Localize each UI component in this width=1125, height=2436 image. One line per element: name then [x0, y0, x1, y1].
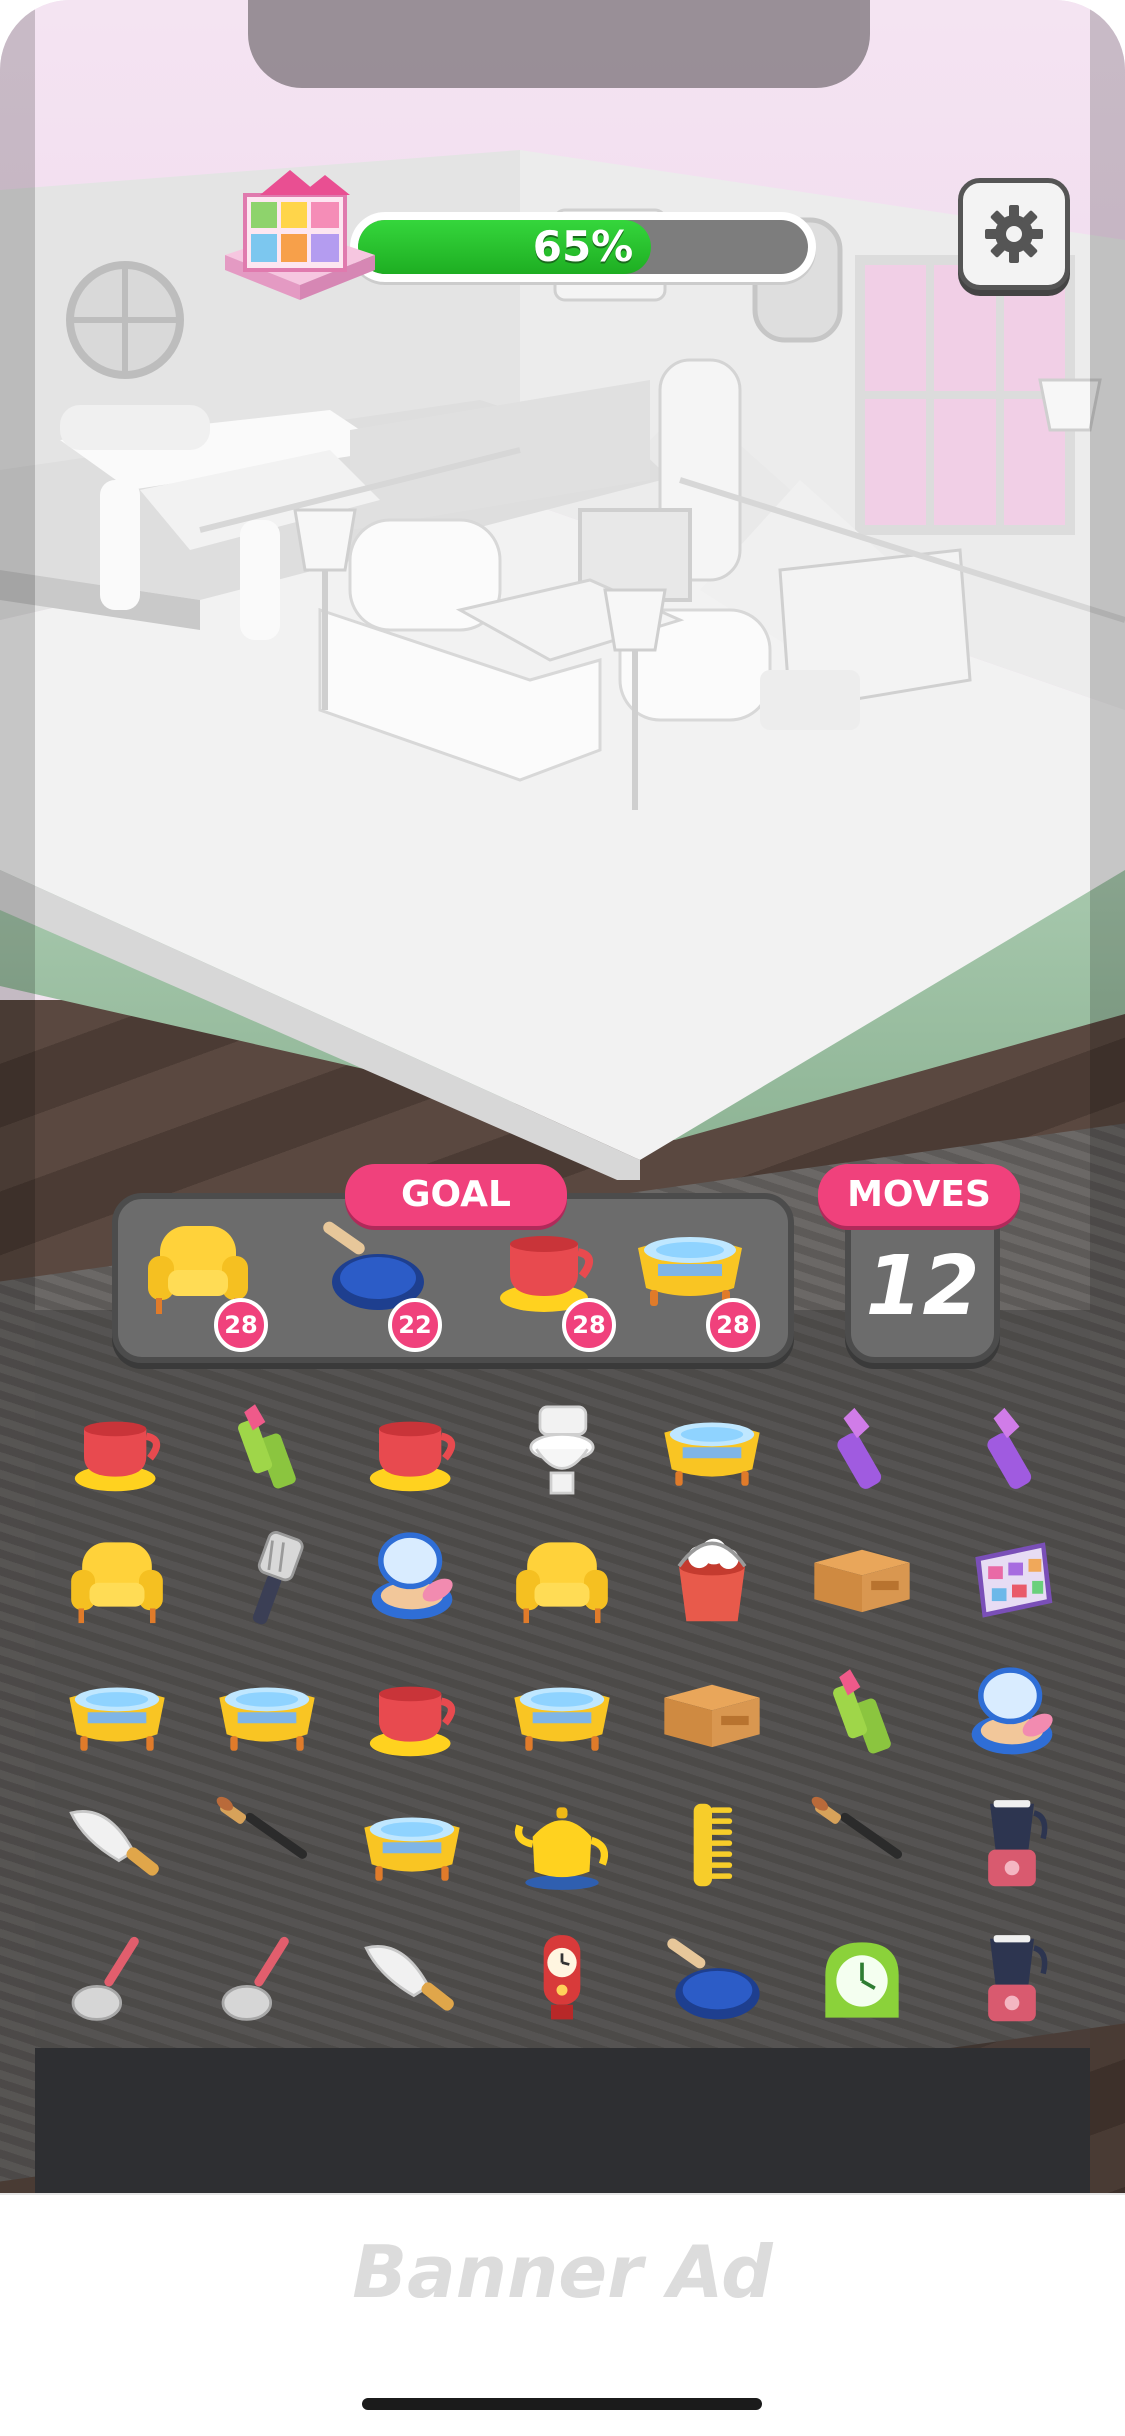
board-tile[interactable] [807, 1790, 917, 1900]
board-tile[interactable] [957, 1925, 1067, 2035]
board-tile[interactable] [807, 1660, 917, 1770]
board-tile[interactable] [212, 1790, 322, 1900]
clock-icon [507, 1925, 617, 2035]
goal-count: 28 [562, 1298, 616, 1352]
board-tile[interactable] [357, 1925, 467, 2035]
spatula-icon [212, 1525, 322, 1635]
desk-icon [807, 1525, 917, 1635]
dollhouse-icon [215, 160, 385, 310]
bathtub-icon [357, 1790, 467, 1900]
bathtub-icon [657, 1395, 767, 1505]
goal-item-frying-pan: 22 [312, 1212, 442, 1352]
teapot-icon [507, 1790, 617, 1900]
comb-icon [657, 1790, 767, 1900]
toilet-icon [507, 1395, 617, 1505]
board-tile[interactable] [62, 1660, 172, 1770]
board-tile[interactable] [807, 1525, 917, 1635]
board-tile[interactable] [657, 1790, 767, 1900]
progress-bar: 65% [350, 212, 816, 282]
home-indicator [362, 2398, 762, 2410]
compact-powder-icon [957, 1660, 1067, 1770]
blender-icon [957, 1790, 1067, 1900]
board-tile[interactable] [807, 1395, 917, 1505]
bucket-icon [657, 1525, 767, 1635]
board-tile[interactable] [507, 1525, 617, 1635]
board-tile[interactable] [212, 1925, 322, 2035]
board-tile[interactable] [357, 1660, 467, 1770]
board-tile[interactable] [957, 1395, 1067, 1505]
purple-lipstick-icon [807, 1395, 917, 1505]
ladle-icon [62, 1925, 172, 2035]
board-tile[interactable] [657, 1660, 767, 1770]
board-tile[interactable] [657, 1925, 767, 2035]
progress-percent: 65% [532, 222, 634, 271]
kitchen-knife-icon [62, 1790, 172, 1900]
game-screen: 65% GOAL 28 22 28 28 MOVES 12 Banner Ad [0, 0, 1125, 2436]
goal-item-bathtub: 28 [630, 1212, 760, 1352]
board-tile[interactable] [957, 1660, 1067, 1770]
dollhouse-model [0, 150, 1125, 1190]
board-tile[interactable] [357, 1395, 467, 1505]
board-tile[interactable] [507, 1925, 617, 2035]
makeup-brush-icon [212, 1790, 322, 1900]
board-tile[interactable] [807, 1925, 917, 2035]
board-tile[interactable] [212, 1525, 322, 1635]
compact-powder-icon [357, 1525, 467, 1635]
goal-item-teacup: 28 [486, 1212, 616, 1352]
ladle-icon [212, 1925, 322, 2035]
board-tile[interactable] [212, 1395, 322, 1505]
board-tile[interactable] [62, 1525, 172, 1635]
armchair-icon [62, 1525, 172, 1635]
lipstick-icon [807, 1660, 917, 1770]
board-bottom-bar [35, 2048, 1090, 2193]
board-tile[interactable] [957, 1790, 1067, 1900]
makeup-brush-icon [807, 1790, 917, 1900]
board-tile[interactable] [507, 1790, 617, 1900]
board-tile[interactable] [657, 1525, 767, 1635]
right-edge-shade [1090, 0, 1125, 2200]
armchair-icon [507, 1525, 617, 1635]
gear-icon [985, 205, 1043, 263]
board-tile[interactable] [357, 1790, 467, 1900]
bathtub-icon [507, 1660, 617, 1770]
board-tile[interactable] [62, 1925, 172, 2035]
banner-ad-text: Banner Ad [352, 2230, 773, 2314]
desk-icon [657, 1660, 767, 1770]
board-tile[interactable] [62, 1790, 172, 1900]
settings-button[interactable] [958, 178, 1070, 290]
alarm-clock-icon [807, 1925, 917, 2035]
board-tile[interactable] [62, 1395, 172, 1505]
blender-icon [957, 1925, 1067, 2035]
board-tile[interactable] [507, 1395, 617, 1505]
left-edge-shade [0, 0, 35, 2200]
teacup-icon [357, 1395, 467, 1505]
bathtub-icon [212, 1660, 322, 1770]
teacup-icon [357, 1660, 467, 1770]
board-tile[interactable] [657, 1395, 767, 1505]
eyeshadow-palette-icon [957, 1525, 1067, 1635]
moves-counter: 12 [865, 1239, 980, 1334]
goal-item-armchair: 28 [138, 1212, 268, 1352]
board-tile[interactable] [212, 1660, 322, 1770]
board-tile[interactable] [957, 1525, 1067, 1635]
lipstick-icon [212, 1395, 322, 1505]
goal-count: 22 [388, 1298, 442, 1352]
goal-count: 28 [706, 1298, 760, 1352]
device-notch [248, 0, 870, 88]
board-tile[interactable] [357, 1525, 467, 1635]
board-tile[interactable] [507, 1660, 617, 1770]
teacup-icon [62, 1395, 172, 1505]
kitchen-knife-icon [357, 1925, 467, 2035]
bathtub-icon [62, 1660, 172, 1770]
purple-lipstick-icon [957, 1395, 1067, 1505]
frying-pan-icon [657, 1925, 767, 2035]
moves-label: MOVES [818, 1164, 1020, 1226]
goal-count: 28 [214, 1298, 268, 1352]
